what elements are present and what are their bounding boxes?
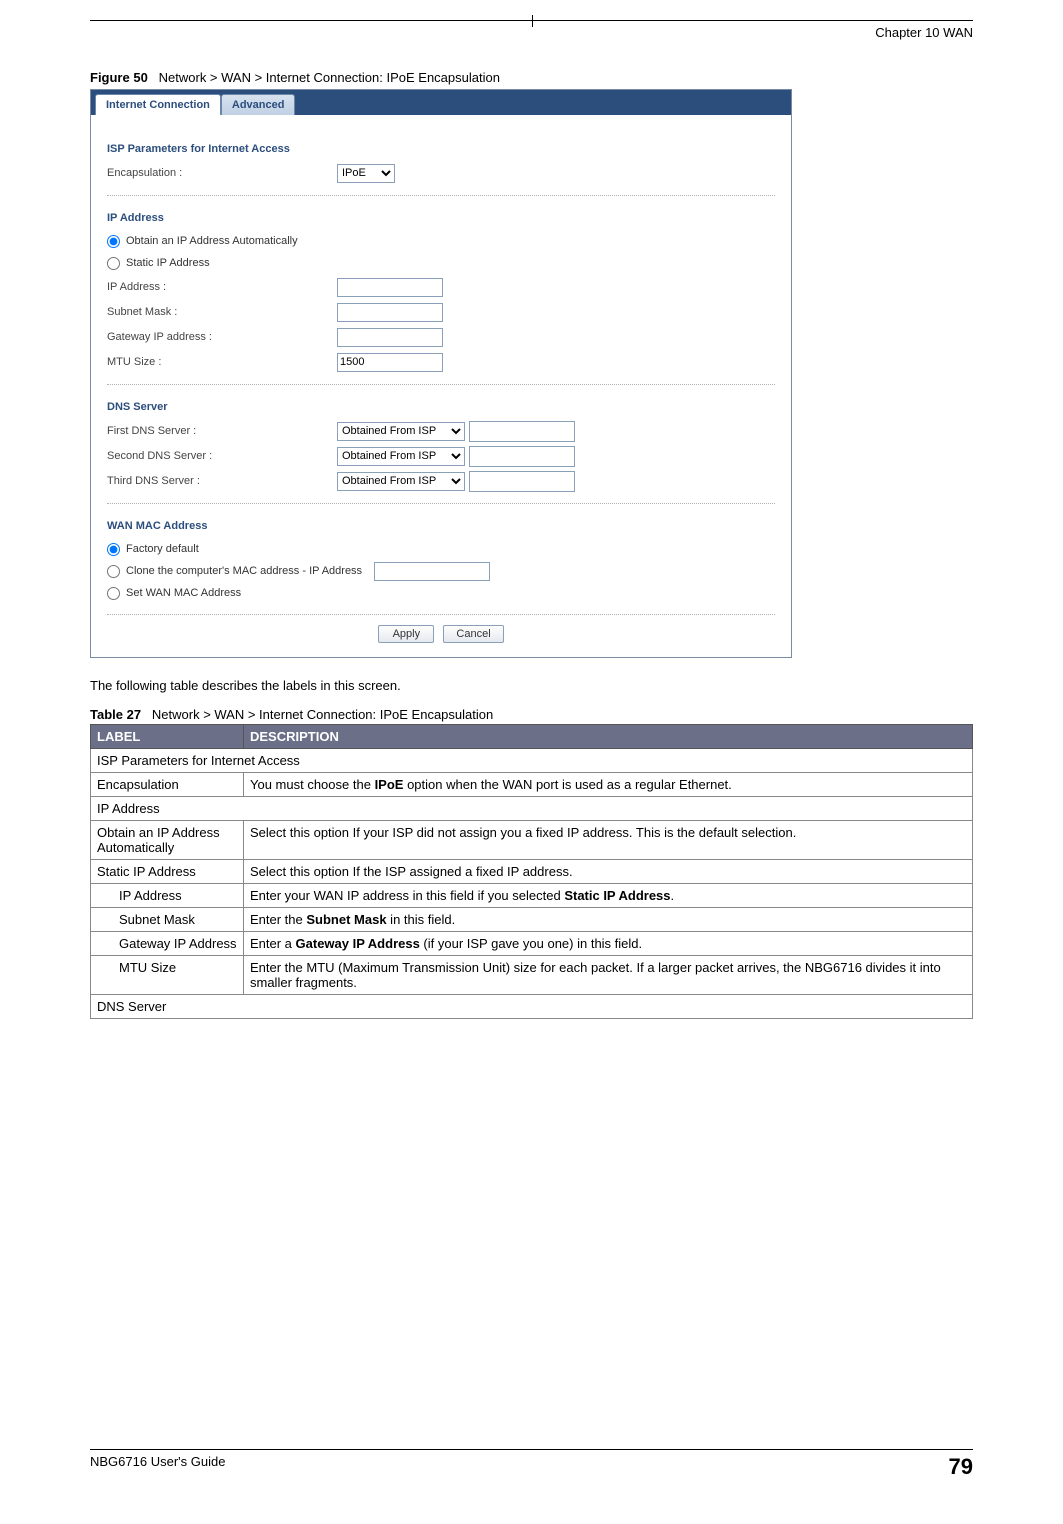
mtu-size-label: MTU Size :	[107, 356, 337, 368]
table-label-cell: Subnet Mask	[91, 908, 244, 932]
table-desc-cell: Select this option If the ISP assigned a…	[244, 860, 973, 884]
table-label: Table 27	[90, 707, 141, 722]
section-ip-title: IP Address	[107, 212, 775, 224]
static-ip-radio[interactable]	[107, 257, 120, 270]
mac-set-label: Set WAN MAC Address	[126, 587, 241, 599]
second-dns-input[interactable]	[469, 446, 575, 467]
table-desc-cell: You must choose the IPoE option when the…	[244, 773, 973, 797]
table-row: Static IP AddressSelect this option If t…	[91, 860, 973, 884]
third-dns-input[interactable]	[469, 471, 575, 492]
mac-clone-label: Clone the computer's MAC address - IP Ad…	[126, 565, 362, 577]
table-desc-cell: Enter the MTU (Maximum Transmission Unit…	[244, 956, 973, 995]
table-row: ISP Parameters for Internet Access	[91, 749, 973, 773]
table-row: MTU SizeEnter the MTU (Maximum Transmiss…	[91, 956, 973, 995]
obtain-ip-auto-radio[interactable]	[107, 235, 120, 248]
table-label-cell: Encapsulation	[91, 773, 244, 797]
mac-factory-label: Factory default	[126, 543, 199, 555]
figure-label: Figure 50	[90, 70, 148, 85]
gateway-ip-input[interactable]	[337, 328, 443, 347]
description-table: LABEL DESCRIPTION ISP Parameters for Int…	[90, 724, 973, 1019]
th-label: LABEL	[91, 725, 244, 749]
tab-advanced[interactable]: Advanced	[221, 94, 296, 115]
table-label-cell: IP Address	[91, 884, 244, 908]
footer-guide: NBG6716 User's Guide	[90, 1454, 225, 1480]
first-dns-label: First DNS Server :	[107, 425, 337, 437]
mtu-size-input[interactable]	[337, 353, 443, 372]
ip-address-label: IP Address :	[107, 281, 337, 293]
section-mac-title: WAN MAC Address	[107, 520, 775, 532]
mac-clone-input[interactable]	[374, 562, 490, 581]
mac-clone-radio[interactable]	[107, 565, 120, 578]
third-dns-select[interactable]: Obtained From ISP	[337, 472, 465, 491]
table-desc-cell: Select this option If your ISP did not a…	[244, 821, 973, 860]
screenshot: Internet Connection Advanced ISP Paramet…	[90, 89, 792, 658]
table-row: Gateway IP AddressEnter a Gateway IP Add…	[91, 932, 973, 956]
tabs-bar: Internet Connection Advanced	[91, 90, 791, 115]
section-isp-title: ISP Parameters for Internet Access	[107, 143, 775, 155]
second-dns-select[interactable]: Obtained From ISP	[337, 447, 465, 466]
table-label-cell: MTU Size	[91, 956, 244, 995]
chapter-header: Chapter 10 WAN	[90, 25, 973, 40]
table-row: DNS Server	[91, 995, 973, 1019]
encapsulation-select[interactable]: IPoE	[337, 164, 395, 183]
table-label-cell: Gateway IP Address	[91, 932, 244, 956]
section-dns-title: DNS Server	[107, 401, 775, 413]
third-dns-label: Third DNS Server :	[107, 475, 337, 487]
intro-text: The following table describes the labels…	[90, 678, 973, 693]
obtain-ip-auto-label: Obtain an IP Address Automatically	[126, 235, 298, 247]
table-label-cell: Static IP Address	[91, 860, 244, 884]
table-row: Subnet MaskEnter the Subnet Mask in this…	[91, 908, 973, 932]
static-ip-label: Static IP Address	[126, 257, 210, 269]
first-dns-select[interactable]: Obtained From ISP	[337, 422, 465, 441]
table-desc-cell: Enter the Subnet Mask in this field.	[244, 908, 973, 932]
table-row: Obtain an IP Address AutomaticallySelect…	[91, 821, 973, 860]
apply-button[interactable]: Apply	[378, 625, 434, 643]
cancel-button[interactable]: Cancel	[443, 625, 503, 643]
gateway-ip-label: Gateway IP address :	[107, 331, 337, 343]
table-caption-text: Network > WAN > Internet Connection: IPo…	[152, 707, 493, 722]
tab-internet-connection[interactable]: Internet Connection	[95, 94, 221, 115]
ip-address-input[interactable]	[337, 278, 443, 297]
figure-caption: Figure 50 Network > WAN > Internet Conne…	[90, 70, 973, 85]
table-desc-cell: Enter a Gateway IP Address (if your ISP …	[244, 932, 973, 956]
table-row: IP AddressEnter your WAN IP address in t…	[91, 884, 973, 908]
table-label-cell: Obtain an IP Address Automatically	[91, 821, 244, 860]
second-dns-label: Second DNS Server :	[107, 450, 337, 462]
mac-set-radio[interactable]	[107, 587, 120, 600]
table-span-cell: IP Address	[91, 797, 973, 821]
table-desc-cell: Enter your WAN IP address in this field …	[244, 884, 973, 908]
subnet-mask-input[interactable]	[337, 303, 443, 322]
table-row: IP Address	[91, 797, 973, 821]
table-row: EncapsulationYou must choose the IPoE op…	[91, 773, 973, 797]
encapsulation-label: Encapsulation :	[107, 167, 337, 179]
th-description: DESCRIPTION	[244, 725, 973, 749]
table-caption: Table 27 Network > WAN > Internet Connec…	[90, 707, 973, 722]
first-dns-input[interactable]	[469, 421, 575, 442]
subnet-mask-label: Subnet Mask :	[107, 306, 337, 318]
table-span-cell: ISP Parameters for Internet Access	[91, 749, 973, 773]
mac-factory-radio[interactable]	[107, 543, 120, 556]
figure-caption-text: Network > WAN > Internet Connection: IPo…	[159, 70, 500, 85]
table-span-cell: DNS Server	[91, 995, 973, 1019]
page-footer: NBG6716 User's Guide 79	[90, 1449, 973, 1480]
footer-page-number: 79	[949, 1454, 973, 1480]
